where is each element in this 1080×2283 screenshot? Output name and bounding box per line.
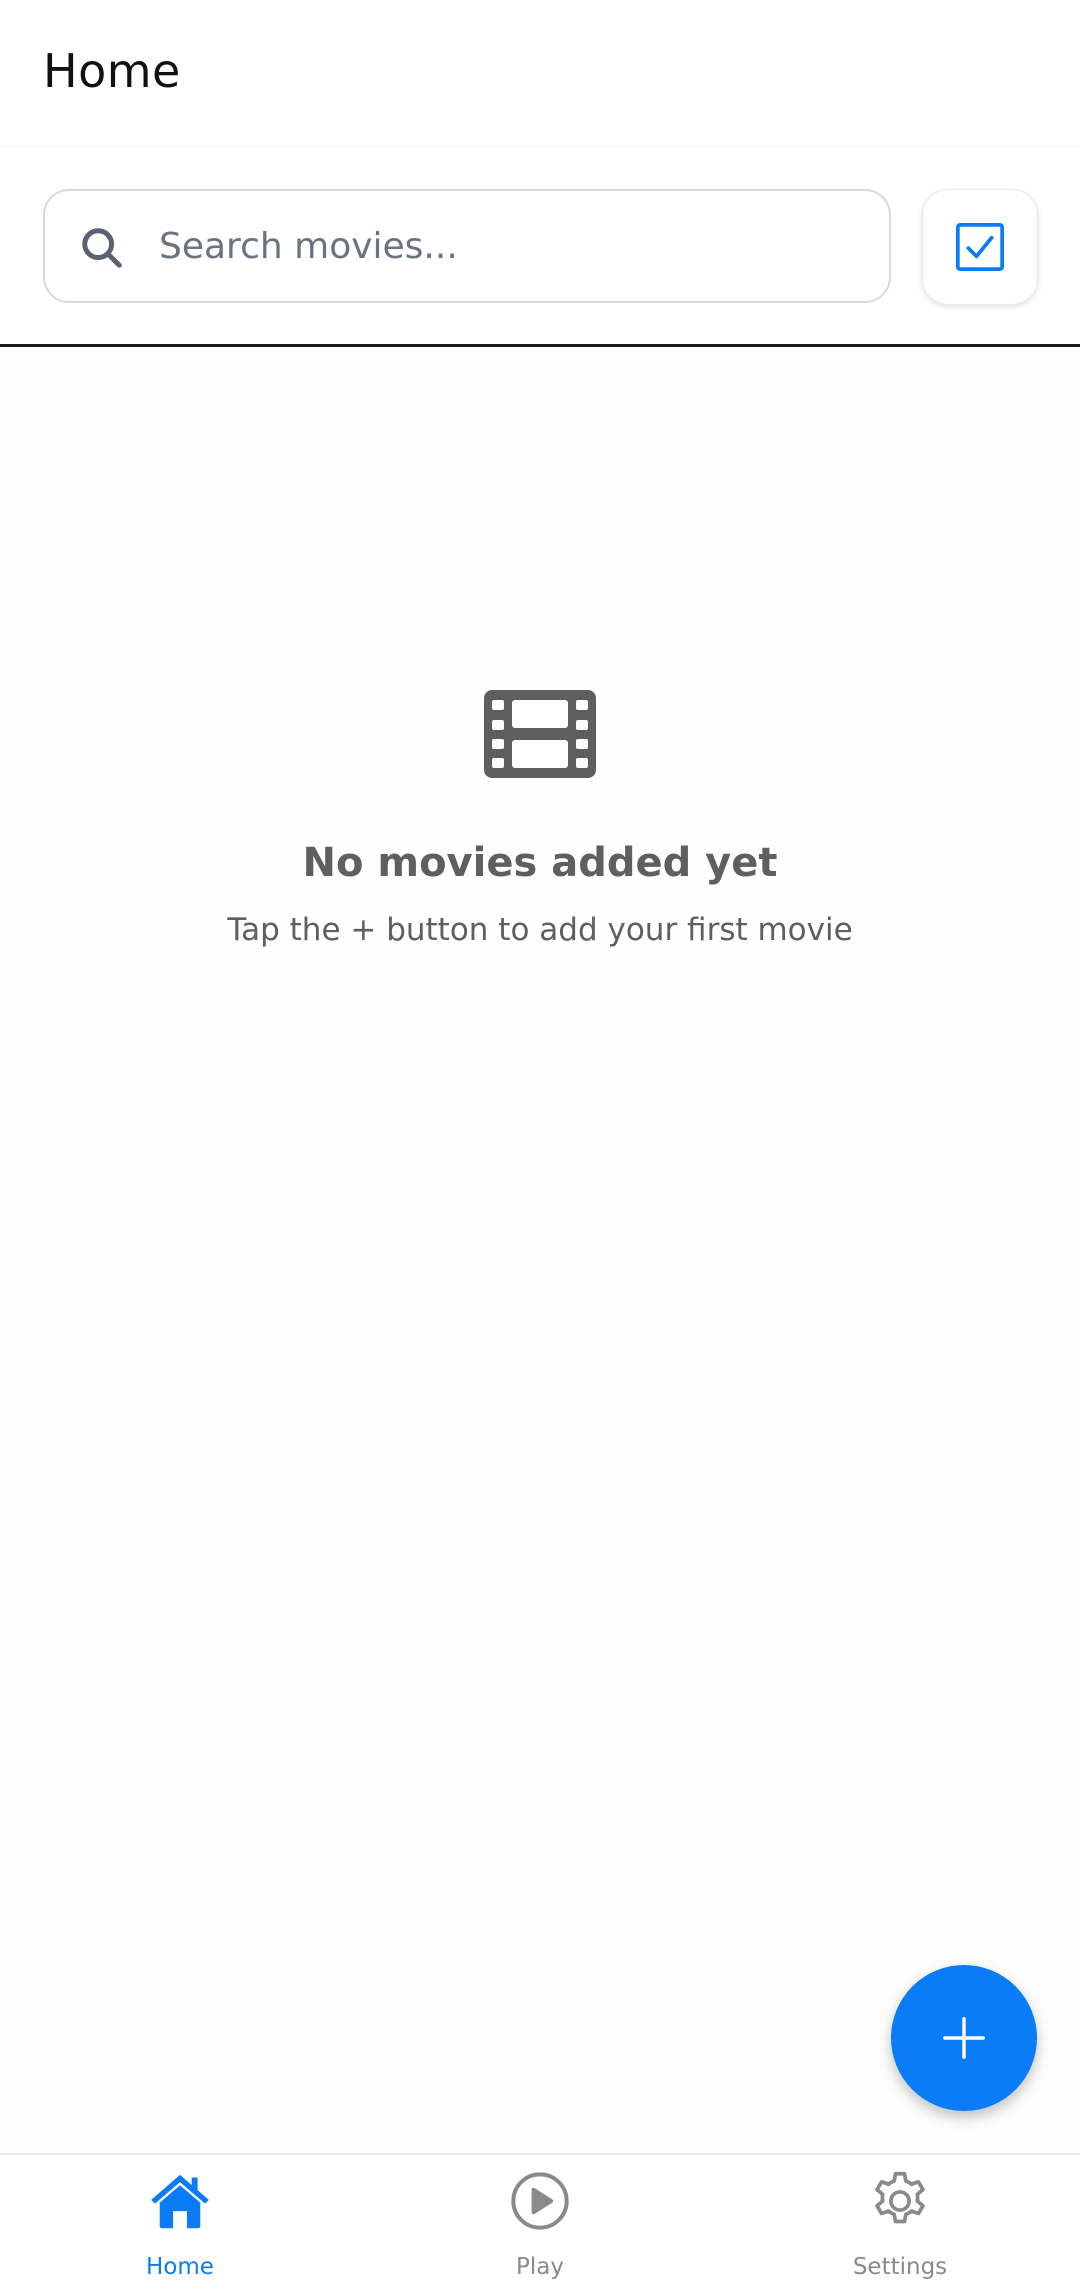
app-screen: Home Search movies... No movies added ye… (0, 0, 1080, 2283)
nav-item-settings[interactable]: Settings (800, 2155, 1000, 2283)
search-row (0, 147, 1080, 347)
gear-icon (875, 2171, 925, 2224)
empty-state-title: No movies added yet (302, 840, 778, 886)
nav-label-play: Play (516, 2254, 564, 2280)
nav-label-settings: Settings (852, 2254, 948, 2280)
add-movie-button[interactable] (891, 1965, 1037, 2111)
checkbox-checked-icon (955, 222, 1005, 272)
empty-state: No movies added yet Tap the + button to … (0, 690, 1080, 948)
search-box[interactable] (43, 189, 891, 303)
bottom-navigation: Home Play Settings (0, 2153, 1080, 2283)
empty-state-subtitle: Tap the + button to add your first movie (227, 912, 853, 948)
search-icon (82, 228, 122, 268)
nav-item-play[interactable]: Play (440, 2155, 640, 2283)
nav-item-home[interactable]: Home (80, 2155, 280, 2283)
film-icon (484, 690, 596, 778)
page-title: Home (43, 44, 181, 98)
app-header: Home (0, 0, 1080, 147)
search-input[interactable] (159, 211, 859, 281)
nav-label-home: Home (146, 2254, 214, 2280)
select-mode-button[interactable] (922, 189, 1038, 305)
home-icon (151, 2174, 209, 2229)
play-circle-icon (511, 2172, 569, 2230)
plus-icon (943, 2017, 985, 2059)
